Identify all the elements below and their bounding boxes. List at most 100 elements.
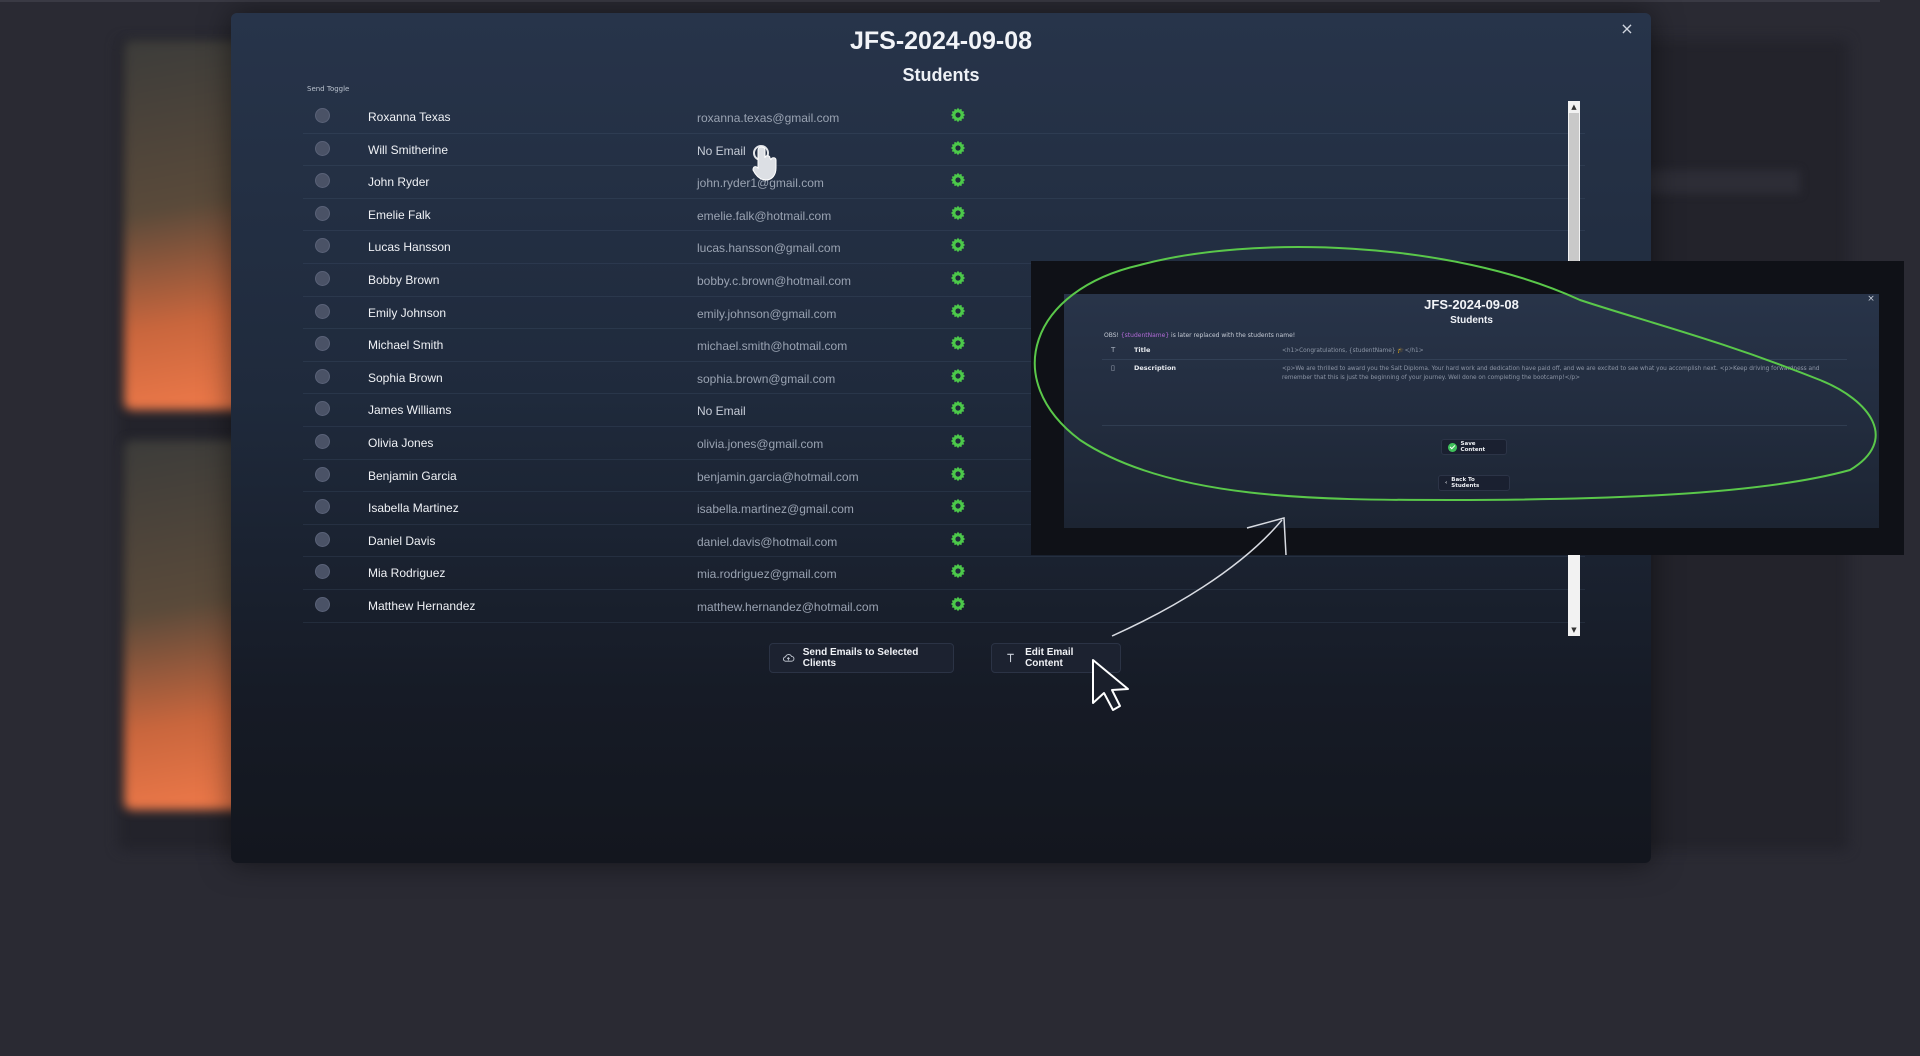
student-email: roxanna.texas@gmail.com — [697, 111, 840, 125]
student-name: Isabella Martinez — [368, 501, 459, 516]
title-label: Title — [1134, 346, 1151, 354]
table-row: Emelie Falk emelie.falk@hotmail.com — [303, 199, 1585, 232]
student-name: Emelie Falk — [368, 207, 431, 222]
background-card — [124, 40, 244, 410]
send-emails-button[interactable]: Send Emails to Selected Clients — [769, 643, 954, 673]
gear-icon[interactable] — [950, 107, 966, 123]
gear-icon[interactable] — [950, 433, 966, 449]
edit-content-modal: × JFS-2024-09-08 Students OBS! {studentN… — [1064, 294, 1879, 528]
student-name: Emily Johnson — [368, 305, 447, 320]
student-email: john.ryder1@gmail.com — [697, 176, 824, 191]
save-content-label: Save Content — [1460, 441, 1486, 453]
document-icon: ▯ — [1111, 364, 1115, 372]
student-name: Daniel Davis — [368, 533, 436, 548]
background-card — [124, 440, 244, 810]
student-email: benjamin.garcia@hotmail.com — [697, 469, 859, 484]
send-toggle-label: Send Toggle — [307, 85, 350, 93]
gear-icon[interactable] — [950, 303, 966, 319]
student-name: Lucas Hansson — [368, 240, 451, 255]
send-toggle-radio[interactable] — [315, 531, 330, 547]
back-to-students-label: Back To Students — [1451, 477, 1480, 489]
student-name: John Ryder — [368, 175, 430, 190]
table-row: Matthew Hernandez matthew.hernandez@hotma… — [303, 590, 1585, 623]
gear-icon[interactable] — [950, 335, 966, 351]
send-toggle-radio[interactable] — [315, 140, 330, 156]
text-icon: T — [1111, 346, 1116, 354]
gear-icon[interactable] — [950, 368, 966, 384]
student-email: No Email — [697, 404, 746, 419]
student-email: No Email — [697, 143, 746, 158]
check-circle-icon — [1448, 442, 1457, 452]
student-name: Mia Rodriguez — [368, 566, 446, 581]
send-toggle-radio[interactable] — [315, 401, 330, 417]
student-name: Bobby Brown — [368, 272, 440, 287]
send-toggle-radio[interactable] — [315, 466, 330, 482]
description-textarea[interactable]: <p>We are thrilled to award you the Salt… — [1282, 365, 1842, 383]
send-toggle-radio[interactable] — [315, 596, 330, 612]
scroll-up-arrow-icon[interactable]: ▲ — [1568, 101, 1580, 113]
back-to-students-button[interactable]: ‹ Back To Students — [1438, 475, 1510, 491]
send-toggle-radio[interactable] — [315, 433, 330, 449]
gear-icon[interactable] — [950, 596, 966, 612]
student-email: olivia.jones@gmail.com — [697, 436, 824, 451]
scroll-down-arrow-icon[interactable]: ▼ — [1568, 624, 1580, 636]
save-content-button[interactable]: Save Content — [1441, 439, 1507, 455]
gear-icon[interactable] — [950, 140, 966, 156]
table-row: Roxanna Texas roxanna.texas@gmail.com — [303, 101, 1585, 134]
student-name: Will Smitherine — [368, 142, 449, 157]
scroll-thumb[interactable] — [1569, 113, 1579, 283]
description-field[interactable]: ▯ Description <p>We are thrilled to awar… — [1102, 362, 1847, 426]
note-suffix: is later replaced with the students name… — [1169, 332, 1296, 339]
gear-icon[interactable] — [950, 531, 966, 547]
title-field[interactable]: T Title <h1>Congratulations, {studentNam… — [1102, 344, 1847, 360]
preview-title: JFS-2024-09-08 — [1424, 297, 1519, 312]
student-email: mia.rodriguez@gmail.com — [697, 567, 837, 582]
gear-icon[interactable] — [950, 563, 966, 579]
student-email: michael.smith@hotmail.com — [697, 339, 848, 354]
student-email: matthew.hernandez@hotmail.com — [697, 599, 879, 614]
placeholder-note: OBS! {studentName} is later replaced wit… — [1104, 332, 1295, 339]
description-label: Description — [1134, 364, 1177, 372]
edit-email-label: Edit Email Content — [1025, 647, 1074, 669]
table-row: Mia Rodriguez mia.rodriguez@gmail.com — [303, 557, 1585, 590]
gear-icon[interactable] — [950, 400, 966, 416]
modal-title: JFS-2024-09-08 — [849, 27, 1033, 55]
student-email: isabella.martinez@gmail.com — [697, 502, 854, 517]
student-email: sophia.brown@gmail.com — [697, 371, 836, 386]
table-row: Lucas Hansson lucas.hansson@gmail.com — [303, 231, 1585, 264]
send-toggle-radio[interactable] — [315, 564, 330, 580]
gear-icon[interactable] — [950, 270, 966, 286]
student-email: emily.johnson@gmail.com — [697, 306, 837, 321]
send-emails-label: Send Emails to Selected Clients — [802, 647, 919, 669]
student-email: lucas.hansson@gmail.com — [697, 241, 841, 256]
send-toggle-radio[interactable] — [315, 205, 330, 221]
gear-icon[interactable] — [950, 172, 966, 188]
table-row: John Ryder john.ryder1@gmail.com — [303, 166, 1585, 199]
title-input[interactable]: <h1>Congratulations, {studentName} 🎓</h1… — [1282, 347, 1842, 356]
student-name: Matthew Hernandez — [368, 598, 476, 613]
background-top-strip — [0, 0, 1880, 2]
gear-icon[interactable] — [950, 205, 966, 221]
preview-subtitle: Students — [1450, 315, 1493, 326]
note-prefix: OBS! — [1104, 332, 1121, 339]
modal-subtitle: Students — [902, 65, 980, 85]
send-toggle-radio[interactable] — [315, 173, 330, 189]
gear-icon[interactable] — [950, 237, 966, 253]
send-toggle-radio[interactable] — [315, 108, 330, 123]
gear-icon[interactable] — [950, 466, 966, 482]
text-icon — [1007, 653, 1014, 663]
send-toggle-radio[interactable] — [315, 368, 330, 384]
student-name: Sophia Brown — [368, 370, 443, 385]
edit-email-content-button[interactable]: Edit Email Content — [991, 643, 1121, 673]
cloud-upload-icon — [783, 654, 795, 662]
send-toggle-radio[interactable] — [315, 238, 330, 254]
note-placeholder: {studentName} — [1120, 332, 1170, 339]
send-toggle-radio[interactable] — [315, 303, 330, 319]
send-toggle-radio[interactable] — [315, 270, 330, 286]
send-toggle-radio[interactable] — [315, 336, 330, 352]
chevron-left-icon: ‹ — [1445, 480, 1448, 486]
student-email: bobby.c.brown@hotmail.com — [697, 273, 852, 288]
gear-icon[interactable] — [950, 498, 966, 514]
student-name: James Williams — [368, 403, 452, 418]
send-toggle-radio[interactable] — [315, 499, 330, 515]
